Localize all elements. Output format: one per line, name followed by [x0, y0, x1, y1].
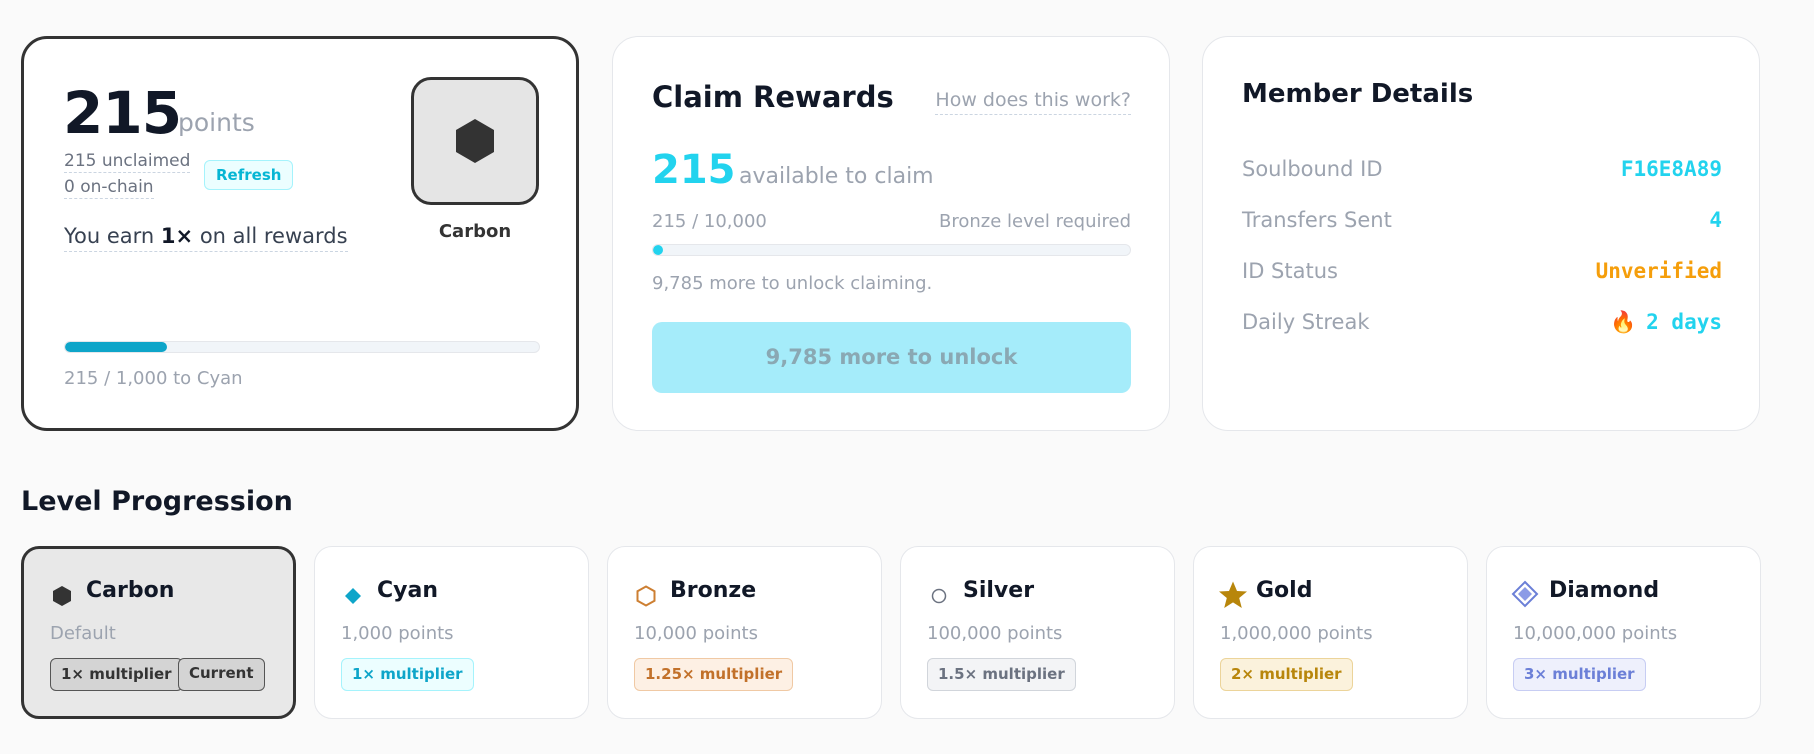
- level-card-cyan[interactable]: Cyan 1,000 points 1× multiplier: [314, 546, 589, 719]
- claim-unlock-button[interactable]: 9,785 more to unlock: [652, 322, 1131, 393]
- multiplier-badge: 1.25× multiplier: [634, 658, 794, 691]
- current-level-badge-tag: Current: [178, 658, 265, 691]
- earn-prefix: You earn: [64, 224, 161, 248]
- detail-row-transfers-sent: Transfers Sent 4: [1242, 208, 1722, 238]
- claim-ratio: 215 / 10,000: [652, 211, 767, 232]
- multiplier-badge: 1× multiplier: [50, 658, 183, 691]
- hexagon-filled-icon: [456, 119, 494, 163]
- level-name: Silver: [963, 578, 1035, 603]
- daily-streak-value: 🔥 2 days: [1610, 310, 1722, 335]
- claim-progress-bar: [652, 244, 1131, 256]
- level-points: 1,000,000 points: [1220, 623, 1373, 644]
- level-points: 10,000,000 points: [1513, 623, 1678, 644]
- detail-row-daily-streak: Daily Streak 🔥 2 days: [1242, 310, 1722, 340]
- hexagon-filled-icon: [50, 584, 74, 608]
- transfers-sent-value: 4: [1709, 208, 1722, 232]
- unclaimed-points[interactable]: 215 unclaimed: [64, 151, 191, 173]
- level-card-bronze[interactable]: Bronze 10,000 points 1.25× multiplier: [607, 546, 882, 719]
- points-card: 215 points 215 unclaimed 0 on-chain Refr…: [21, 36, 579, 431]
- level-card-silver[interactable]: Silver 100,000 points 1.5× multiplier: [900, 546, 1175, 719]
- points-total: 215: [63, 79, 182, 147]
- claim-more-text: 9,785 more to unlock claiming.: [652, 273, 933, 294]
- level-name: Cyan: [377, 578, 438, 603]
- next-level-progress-fill: [65, 342, 167, 352]
- multiplier-badge: 2× multiplier: [1220, 658, 1353, 691]
- claim-rewards-title: Claim Rewards: [652, 80, 894, 114]
- soulbound-id-value[interactable]: F16E8A89: [1621, 157, 1722, 181]
- detail-row-id-status: ID Status Unverified: [1242, 259, 1722, 289]
- claimable-caption: available to claim: [739, 164, 934, 189]
- claim-rewards-card: Claim Rewards How does this work? 215 av…: [612, 36, 1170, 431]
- detail-label: Daily Streak: [1242, 310, 1370, 334]
- level-card-diamond[interactable]: Diamond 10,000,000 points 3× multiplier: [1486, 546, 1761, 719]
- multiplier-badge: 3× multiplier: [1513, 658, 1646, 691]
- daily-streak-text: 2 days: [1646, 310, 1722, 334]
- hexagon-outline-icon: [634, 584, 658, 608]
- multiplier-badge: 1× multiplier: [341, 658, 474, 691]
- earn-multiplier-text[interactable]: You earn 1× on all rewards: [64, 224, 348, 252]
- level-progression-title: Level Progression: [21, 486, 293, 517]
- refresh-button[interactable]: Refresh: [204, 160, 294, 190]
- detail-row-soulbound-id: Soulbound ID F16E8A89: [1242, 157, 1722, 187]
- points-unit: points: [178, 108, 255, 137]
- member-details-title: Member Details: [1242, 79, 1474, 109]
- level-points: Default: [50, 623, 116, 644]
- diamond-icon: [341, 584, 365, 608]
- earn-suffix: on all rewards: [193, 224, 348, 248]
- level-name: Carbon: [86, 578, 175, 603]
- fire-icon: 🔥: [1609, 310, 1637, 334]
- level-card-carbon[interactable]: Carbon Default 1× multiplier Current: [21, 546, 296, 719]
- onchain-points[interactable]: 0 on-chain: [64, 177, 154, 199]
- claim-progress-fill: [653, 245, 664, 255]
- detail-label: ID Status: [1242, 259, 1338, 283]
- claimable-amount: 215: [652, 147, 736, 193]
- earn-multiplier: 1×: [160, 224, 194, 248]
- detail-label: Soulbound ID: [1242, 157, 1383, 181]
- claim-requirement: Bronze level required: [939, 211, 1131, 232]
- detail-label: Transfers Sent: [1242, 208, 1392, 232]
- multiplier-badge: 1.5× multiplier: [927, 658, 1076, 691]
- id-status-value[interactable]: Unverified: [1596, 259, 1722, 283]
- level-name: Bronze: [670, 578, 757, 603]
- circle-outline-icon: [927, 584, 951, 608]
- level-points: 100,000 points: [927, 623, 1063, 644]
- level-points: 1,000 points: [341, 623, 454, 644]
- how-does-this-work-link[interactable]: How does this work?: [935, 89, 1131, 115]
- current-level-badge: [411, 77, 539, 205]
- next-level-progress-bar: [64, 341, 540, 353]
- gem-icon: [1511, 580, 1539, 608]
- star-icon: [1218, 580, 1248, 610]
- level-name: Gold: [1256, 578, 1313, 603]
- member-details-card: Member Details Soulbound ID F16E8A89 Tra…: [1202, 36, 1760, 431]
- current-level-name: Carbon: [438, 221, 512, 242]
- next-level-progress-caption: 215 / 1,000 to Cyan: [64, 368, 243, 389]
- level-name: Diamond: [1549, 578, 1660, 603]
- level-points: 10,000 points: [634, 623, 758, 644]
- level-card-gold[interactable]: Gold 1,000,000 points 2× multiplier: [1193, 546, 1468, 719]
